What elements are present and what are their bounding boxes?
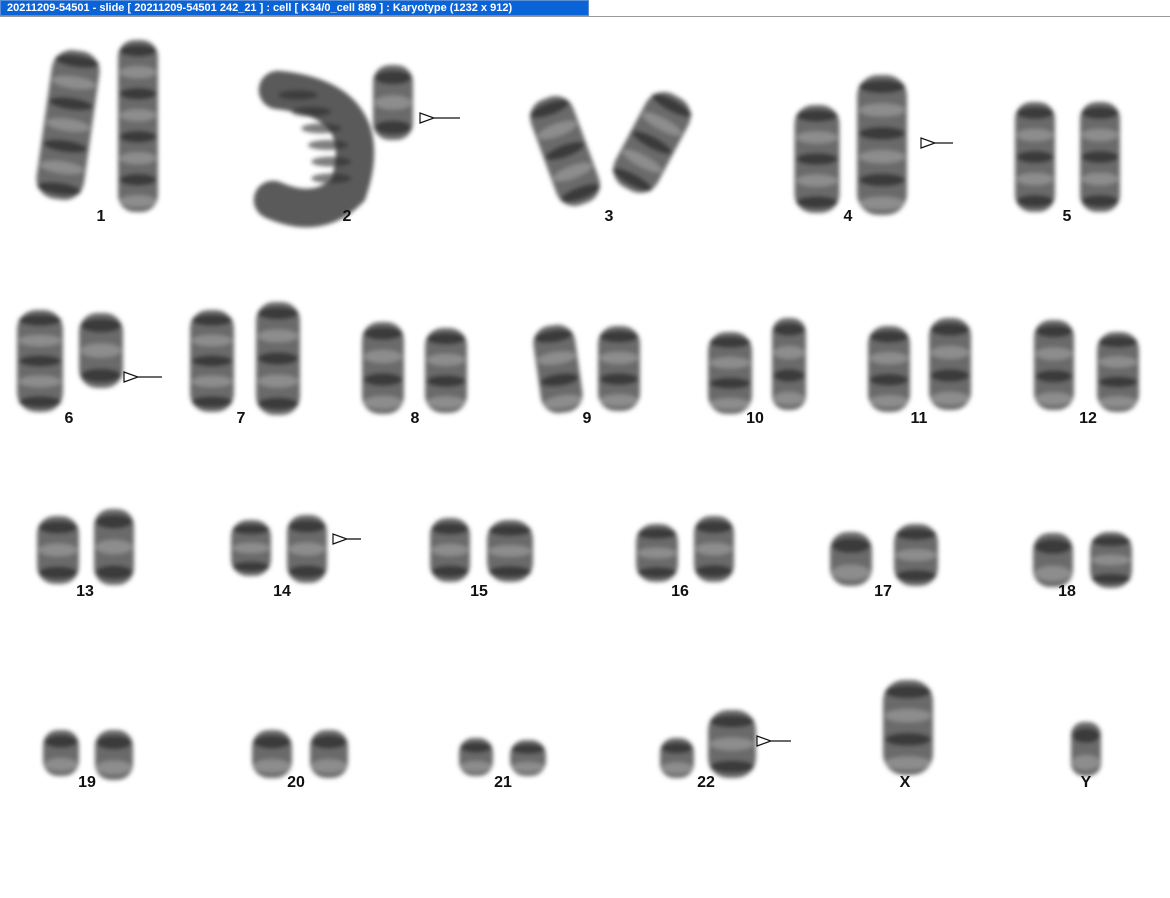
chromosome-10-homolog-2 — [772, 318, 806, 410]
chromosome-label-22: 22 — [697, 774, 715, 791]
chromosome-6-homolog-1 — [17, 310, 63, 412]
chromosome-label-5: 5 — [1062, 208, 1072, 225]
chromosome-15-homolog-1 — [430, 518, 470, 582]
chromosome-17-homolog-2 — [894, 524, 938, 586]
chromosome-Y-homolog-1 — [1071, 722, 1101, 776]
chromosome-label-18: 18 — [1058, 583, 1076, 600]
chromosome-pairs — [17, 40, 1139, 780]
chromosome-label-14: 14 — [273, 583, 291, 600]
chromosome-13-homolog-2 — [94, 509, 134, 585]
chromosome-21-homolog-2 — [510, 740, 546, 776]
chromosome-9-homolog-2 — [598, 326, 640, 411]
chromosome-4-homolog-2 — [857, 75, 907, 215]
chromosome-X-homolog-1 — [883, 680, 933, 775]
chromosome-label-12: 12 — [1079, 410, 1097, 427]
chromosome-8-homolog-2 — [425, 328, 467, 413]
chromosome-22-homolog-1 — [660, 738, 694, 778]
chromosome-label-2: 2 — [342, 208, 352, 225]
chromosome-9-homolog-1 — [533, 324, 583, 414]
chromosome-8-homolog-1 — [362, 322, 404, 414]
chromosome-4-homolog-1 — [794, 105, 840, 213]
chromosome-20-homolog-2 — [310, 730, 348, 778]
chromosome-label-3: 3 — [604, 208, 614, 225]
chromosome-label-21: 21 — [494, 774, 512, 791]
chromosome-16-homolog-1 — [636, 524, 678, 582]
chromosome-label-9: 9 — [582, 410, 592, 427]
chromosome-7-homolog-2 — [256, 302, 300, 415]
chromosome-label-8: 8 — [410, 410, 420, 427]
chromosome-label-Y: Y — [1080, 774, 1092, 791]
chromosome-2-homolog-2 — [373, 65, 413, 140]
chromosome-1-homolog-1 — [36, 49, 100, 201]
chromosome-5-homolog-1 — [1015, 102, 1055, 212]
chromosome-label-16: 16 — [671, 583, 689, 600]
chromosome-5-homolog-2 — [1080, 102, 1120, 212]
chromosome-label-1: 1 — [96, 208, 106, 225]
karyotype-image — [17, 40, 1139, 780]
chromosome-14-homolog-2 — [287, 515, 327, 583]
chromosome-1-homolog-2 — [118, 40, 158, 212]
chromosome-21-homolog-1 — [459, 738, 493, 776]
chromosome-label-20: 20 — [287, 774, 305, 791]
chromosome-15-homolog-2 — [487, 520, 533, 582]
chromosome-label-11: 11 — [910, 410, 928, 427]
chromosome-14-homolog-1 — [231, 520, 271, 576]
chromosome-17-homolog-1 — [830, 532, 872, 586]
chromosome-3-homolog-2 — [612, 91, 692, 194]
chromosome-7-homolog-1 — [190, 310, 234, 412]
chromosome-20-homolog-1 — [252, 730, 292, 778]
chromosome-3-homolog-1 — [530, 96, 600, 206]
chromosome-label-17: 17 — [874, 583, 892, 600]
chromosome-10-homolog-1 — [708, 332, 752, 414]
chromosome-19-homolog-2 — [95, 730, 133, 780]
chromosome-label-15: 15 — [470, 583, 488, 600]
chromosome-12-homolog-1 — [1034, 320, 1074, 410]
chromosome-label-6: 6 — [64, 410, 74, 427]
chromosome-label-19: 19 — [78, 774, 96, 791]
chromosome-16-homolog-2 — [694, 516, 734, 582]
chromosome-label-4: 4 — [843, 208, 853, 225]
chromosome-19-homolog-1 — [43, 730, 79, 776]
chromosome-6-homolog-2 — [79, 313, 123, 388]
chromosome-11-homolog-2 — [929, 318, 971, 410]
chromosome-18-homolog-2 — [1090, 532, 1132, 588]
chromosome-2-homolog-1 — [253, 70, 375, 228]
chromosome-13-homolog-1 — [37, 516, 79, 584]
chromosome-label-X: X — [899, 774, 911, 791]
chromosome-label-13: 13 — [76, 583, 94, 600]
chromosome-label-7: 7 — [236, 410, 246, 427]
chromosome-11-homolog-1 — [868, 326, 910, 412]
chromosome-12-homolog-2 — [1097, 332, 1139, 412]
chromosome-label-10: 10 — [746, 410, 764, 427]
chromosome-22-homolog-2 — [708, 710, 756, 778]
chromosome-18-homolog-1 — [1033, 533, 1073, 587]
